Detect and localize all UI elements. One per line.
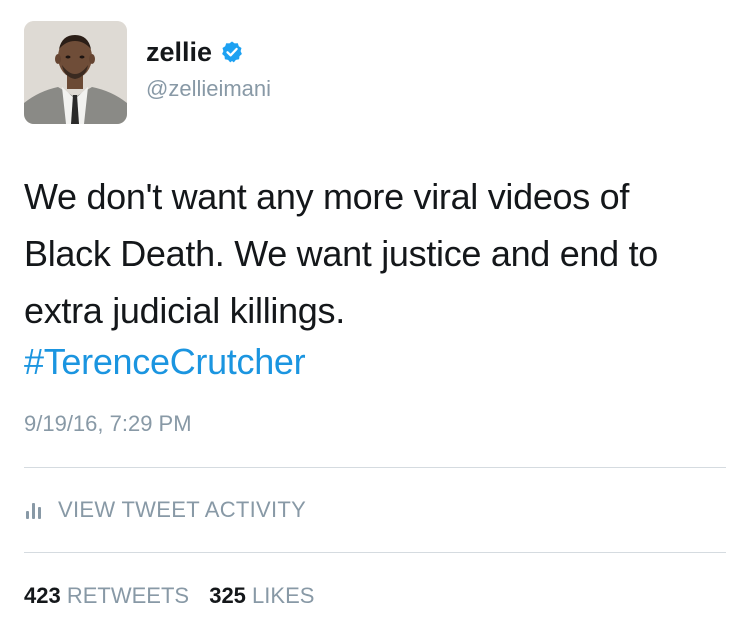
verified-badge-icon [220, 40, 244, 64]
retweets-count: 423 [24, 583, 61, 608]
view-tweet-activity-button[interactable]: VIEW TWEET ACTIVITY [24, 496, 306, 524]
view-tweet-activity-label: VIEW TWEET ACTIVITY [58, 497, 307, 522]
retweets-stat[interactable]: 423 RETWEETS [24, 582, 189, 610]
likes-stat[interactable]: 325 LIKES [209, 582, 314, 610]
bar-chart-icon [24, 499, 46, 521]
display-name-text: zellie [146, 37, 213, 67]
avatar[interactable] [24, 21, 127, 124]
hashtag-link[interactable]: #TerenceCrutcher [24, 333, 306, 390]
tweet-stats: 423 RETWEETS 325 LIKES [24, 582, 328, 610]
likes-label: LIKES [252, 583, 315, 608]
tweet-timestamp: 9/19/16, 7:29 PM [24, 411, 192, 436]
divider [24, 467, 726, 468]
avatar-image [24, 21, 127, 124]
retweets-label: RETWEETS [66, 583, 190, 608]
divider [24, 552, 726, 553]
author-handle[interactable]: @zellieimani [146, 75, 271, 103]
author-display-name[interactable]: zellie [146, 36, 244, 68]
likes-count: 325 [209, 583, 246, 608]
tweet-text: We don't want any more viral videos of B… [24, 176, 658, 331]
